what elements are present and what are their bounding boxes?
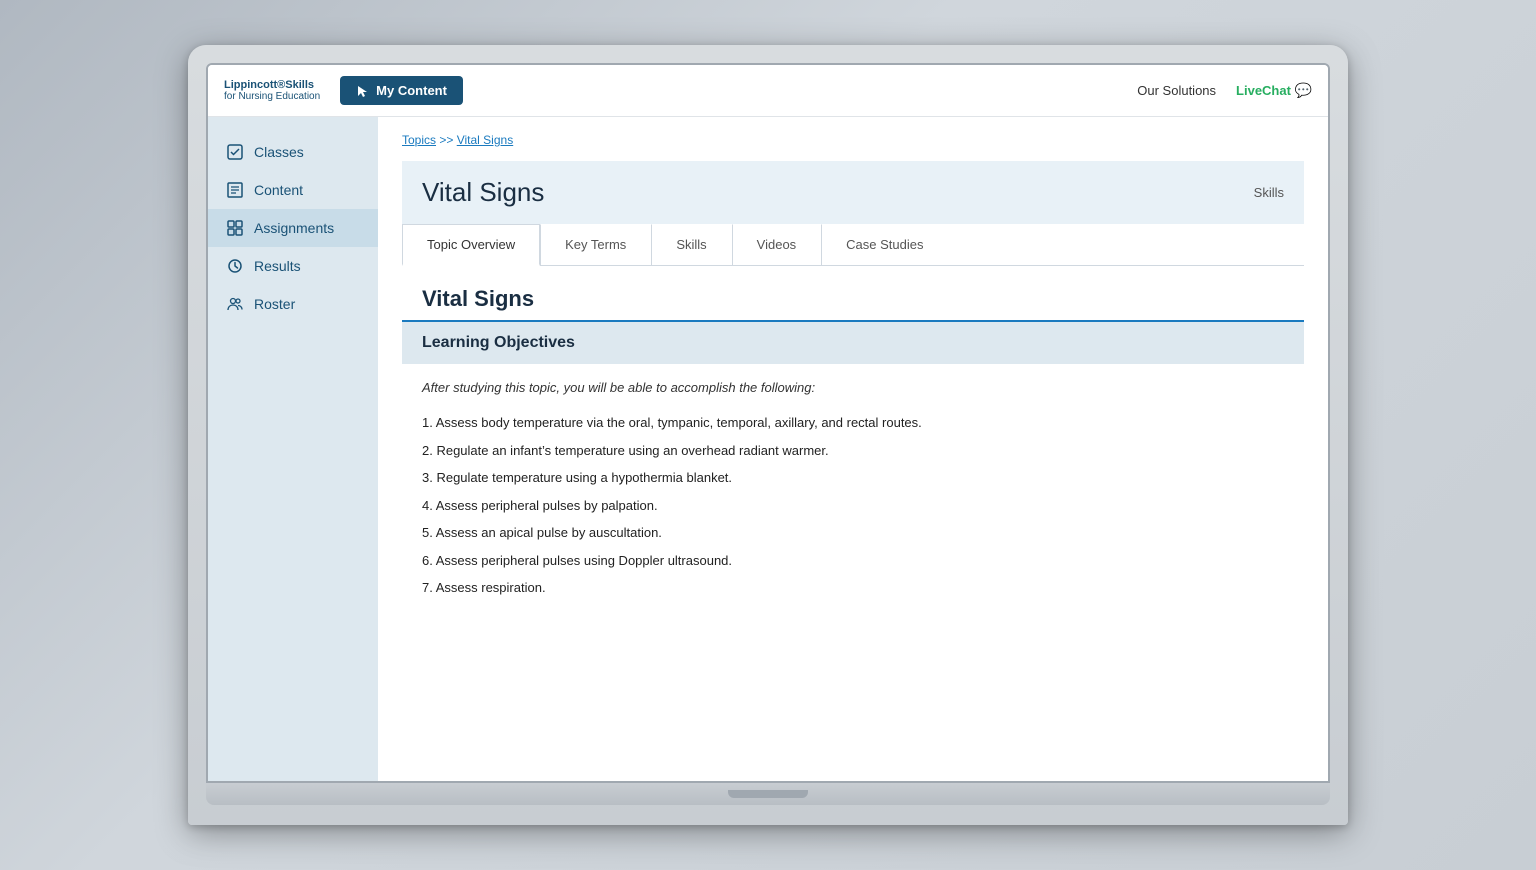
list-item: 5. Assess an apical pulse by auscultatio… — [422, 519, 1284, 547]
livechat-text-green: Chat — [1262, 83, 1291, 98]
logo-line1: Lippincott®Skills — [224, 79, 320, 91]
livechat-link[interactable]: LiveChat 💬 — [1236, 82, 1312, 99]
tab-videos[interactable]: Videos — [732, 224, 822, 265]
clock-icon — [226, 257, 244, 275]
breadcrumb-separator: >> — [439, 133, 453, 147]
sidebar-label-content: Content — [254, 182, 303, 198]
sidebar-item-results[interactable]: Results — [208, 247, 378, 285]
tab-topic-overview-label: Topic Overview — [427, 237, 515, 252]
sidebar-item-roster[interactable]: Roster — [208, 285, 378, 323]
logo-line2: for Nursing Education — [224, 91, 320, 102]
tab-case-studies[interactable]: Case Studies — [821, 224, 948, 265]
page-title: Vital Signs — [422, 177, 544, 208]
topic-content: Vital Signs Learning Objectives After st… — [402, 266, 1304, 618]
nav-right: Our Solutions LiveChat 💬 — [1137, 82, 1312, 99]
my-content-label: My Content — [376, 83, 447, 98]
tab-case-studies-label: Case Studies — [846, 237, 923, 252]
breadcrumb-topics[interactable]: Topics — [402, 133, 436, 147]
content-area: Topics >> Vital Signs Vital Signs Skills… — [378, 117, 1328, 781]
book-icon — [226, 181, 244, 199]
tabs-bar: Topic Overview Key Terms Skills Videos C… — [402, 224, 1304, 266]
list-item: 1. Assess body temperature via the oral,… — [422, 409, 1284, 437]
logo: Lippincott®Skills for Nursing Education — [224, 79, 320, 102]
learning-objectives-header: Learning Objectives — [402, 322, 1304, 364]
sidebar-item-classes[interactable]: Classes — [208, 133, 378, 171]
livechat-icon: 💬 — [1295, 82, 1312, 98]
tab-skills-label: Skills — [676, 237, 706, 252]
list-item: 4. Assess peripheral pulses by palpation… — [422, 492, 1284, 520]
list-item: 6. Assess peripheral pulses using Dopple… — [422, 547, 1284, 575]
sidebar-label-results: Results — [254, 258, 301, 274]
my-content-button[interactable]: My Content — [340, 76, 463, 105]
sidebar-label-roster: Roster — [254, 296, 295, 312]
sidebar-label-classes: Classes — [254, 144, 304, 160]
sidebar: Classes Content Assi — [208, 117, 378, 781]
laptop-notch — [728, 790, 808, 798]
people-icon — [226, 295, 244, 313]
grid-icon — [226, 219, 244, 237]
laptop-frame: Lippincott®Skills for Nursing Education … — [188, 45, 1348, 825]
breadcrumb: Topics >> Vital Signs — [402, 133, 1304, 147]
tab-topic-overview[interactable]: Topic Overview — [402, 224, 540, 266]
page-header: Vital Signs Skills — [402, 161, 1304, 224]
livechat-text-blue: Live — [1236, 83, 1262, 98]
tab-videos-label: Videos — [757, 237, 797, 252]
top-nav: Lippincott®Skills for Nursing Education … — [208, 65, 1328, 117]
sidebar-label-assignments: Assignments — [254, 220, 334, 236]
list-item: 7. Assess respiration. — [422, 574, 1284, 602]
tab-skills[interactable]: Skills — [651, 224, 731, 265]
laptop-screen: Lippincott®Skills for Nursing Education … — [206, 63, 1330, 783]
objectives-list: 1. Assess body temperature via the oral,… — [402, 405, 1304, 618]
objectives-intro: After studying this topic, you will be a… — [402, 364, 1304, 405]
list-item: 3. Regulate temperature using a hypother… — [422, 464, 1284, 492]
content-title: Vital Signs — [402, 266, 1304, 322]
tab-key-terms-label: Key Terms — [565, 237, 626, 252]
sidebar-item-content[interactable]: Content — [208, 171, 378, 209]
list-item: 2. Regulate an infant’s temperature usin… — [422, 437, 1284, 465]
cursor-icon — [356, 84, 370, 98]
tab-key-terms[interactable]: Key Terms — [540, 224, 651, 265]
sidebar-item-assignments[interactable]: Assignments — [208, 209, 378, 247]
laptop-base — [206, 783, 1330, 805]
checkbox-icon — [226, 143, 244, 161]
our-solutions-link[interactable]: Our Solutions — [1137, 83, 1216, 98]
main-area: Classes Content Assi — [208, 117, 1328, 781]
skills-badge: Skills — [1254, 185, 1284, 200]
breadcrumb-vital-signs[interactable]: Vital Signs — [457, 133, 513, 147]
